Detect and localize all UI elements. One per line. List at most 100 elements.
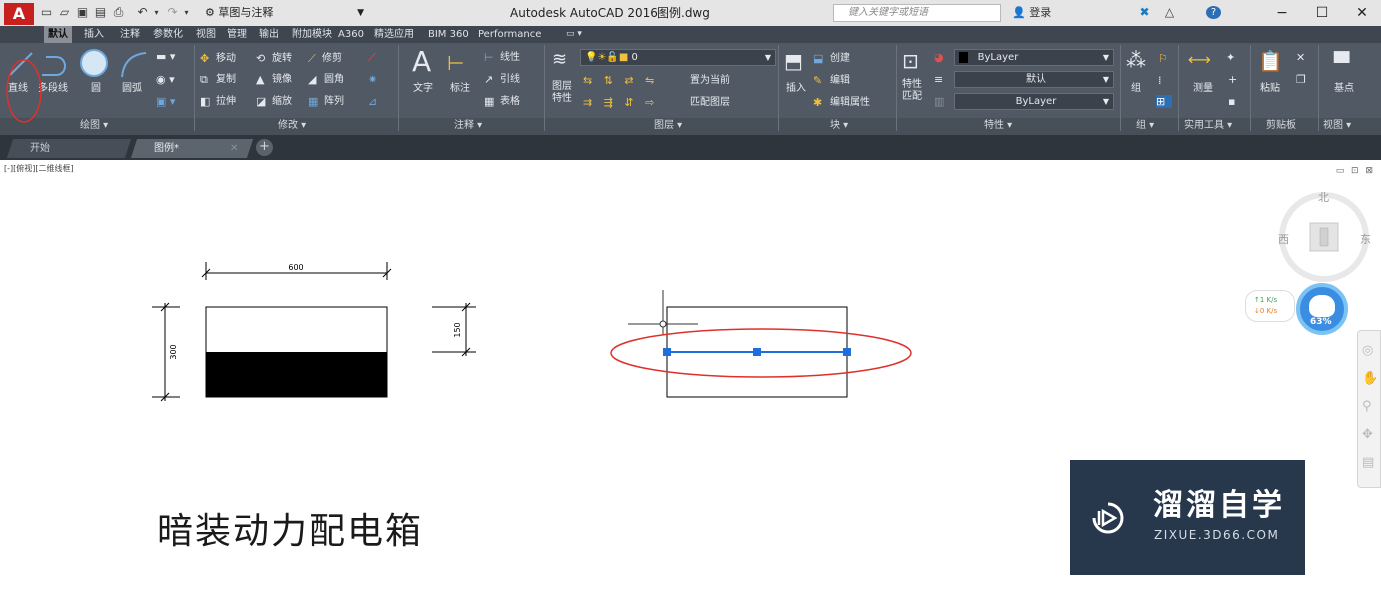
scale-label[interactable]: 缩放 — [272, 96, 292, 108]
edit-attributes-icon[interactable]: ✱ — [813, 96, 822, 109]
ungroup-icon[interactable]: ⚐ — [1158, 52, 1168, 65]
tab-parametric[interactable]: 参数化 — [149, 26, 187, 43]
table-label[interactable]: 表格 — [500, 96, 520, 108]
offset-icon[interactable]: ⊿ — [368, 95, 377, 108]
move-label[interactable]: 移动 — [216, 53, 236, 65]
table-icon[interactable]: ▦ — [484, 95, 494, 108]
layers-panel-title[interactable]: 图层 ▾ — [654, 119, 682, 133]
tab-drawing[interactable]: 图例* ✕ — [130, 139, 254, 158]
cpu-usage-ball[interactable]: 63% — [1296, 283, 1348, 335]
block-panel-title[interactable]: 块 ▾ — [830, 119, 848, 133]
autodesk-360-icon[interactable]: △ — [1163, 6, 1176, 19]
set-current-layer-label[interactable]: 置为当前 — [690, 75, 730, 87]
drawing-caption-text[interactable]: 暗装动力配电箱 — [157, 508, 423, 556]
mirror-label[interactable]: 镜像 — [272, 74, 292, 86]
create-block-icon[interactable]: ⬓ — [813, 52, 823, 65]
steering-wheel-icon[interactable]: ◎ — [1362, 343, 1373, 358]
help-icon[interactable]: ? — [1206, 6, 1221, 19]
array-label[interactable]: 阵列 — [324, 96, 344, 108]
application-menu-button[interactable]: A — [4, 3, 34, 25]
navigation-bar[interactable]: ◎ ✋ ⚲ ✥ ▤ — [1357, 330, 1381, 488]
linear-dim-label[interactable]: 线性 — [500, 52, 520, 64]
scale-icon[interactable]: ◪ — [256, 95, 266, 108]
close-tab-icon[interactable]: ✕ — [230, 139, 238, 158]
copy-label[interactable]: 复制 — [216, 74, 236, 86]
base-view-label[interactable]: 基点 — [1334, 83, 1354, 95]
clipboard-panel-title[interactable]: 剪贴板 — [1266, 119, 1296, 133]
open-file-icon[interactable]: ▱ — [58, 6, 71, 19]
circle-tool-icon[interactable] — [78, 47, 110, 79]
layer-tools-icons[interactable]: ⇆ ⇅ ⇄ ⇋ — [583, 74, 658, 87]
hatch-icon[interactable]: ◉ ▾ — [156, 73, 175, 86]
login-button[interactable]: 👤 登录 — [1012, 5, 1051, 21]
print-icon[interactable]: ⎙ — [112, 6, 125, 19]
leader-label[interactable]: 引线 — [500, 74, 520, 86]
tab-performance[interactable]: Performance — [474, 26, 545, 43]
viewcube-west[interactable]: 西 — [1278, 231, 1289, 247]
new-tab-button[interactable]: + — [256, 139, 273, 156]
match-layer-label[interactable]: 匹配图层 — [690, 97, 730, 109]
minimize-button[interactable]: − — [1262, 0, 1302, 26]
edit-attributes-label[interactable]: 编辑属性 — [830, 97, 870, 109]
showmotion-icon[interactable]: ▤ — [1362, 455, 1374, 470]
stretch-label[interactable]: 拉伸 — [216, 96, 236, 108]
properties-panel-title[interactable]: 特性 ▾ — [984, 119, 1012, 133]
match-properties-label[interactable]: 特性 匹配 — [902, 79, 922, 103]
linear-dim-icon[interactable]: ⊢ — [484, 51, 494, 64]
paste-icon[interactable]: 📋 — [1258, 49, 1283, 73]
pan-icon[interactable]: ✋ — [1362, 371, 1378, 386]
layer-dropdown[interactable]: 💡☀🔓■ 0 ▼ — [580, 49, 776, 66]
rotate-label[interactable]: 旋转 — [272, 53, 292, 65]
layer-more-icons[interactable]: ⇉ ⇶ ⇵ ⇨ — [583, 96, 658, 109]
edit-block-icon[interactable]: ✎ — [813, 74, 822, 87]
layer-properties-icon[interactable]: ≋ — [552, 49, 567, 71]
erase-icon[interactable]: ⟋ — [368, 51, 376, 64]
tab-output[interactable]: 输出 — [255, 26, 283, 43]
array-icon[interactable]: ▦ — [308, 95, 318, 108]
insert-block-icon[interactable]: ⬒ — [784, 49, 803, 73]
maximize-button[interactable]: ☐ — [1302, 0, 1342, 26]
fillet-label[interactable]: 圆角 — [324, 74, 344, 86]
paste-label[interactable]: 粘贴 — [1260, 83, 1280, 95]
viewcube-north[interactable]: 北 — [1318, 189, 1329, 205]
arc-tool-icon[interactable] — [118, 49, 148, 79]
grip-end[interactable] — [843, 348, 851, 356]
workspace-selector[interactable]: ⚙ 草图与注释 ▼ — [205, 4, 370, 22]
calculator-icon[interactable]: ✦ — [1226, 51, 1235, 64]
utility-icon[interactable]: ▪ — [1228, 95, 1235, 108]
polyline-tool-icon[interactable] — [40, 49, 72, 79]
dimension-icon[interactable]: ⊢ — [447, 51, 464, 75]
edit-block-label[interactable]: 编辑 — [830, 75, 850, 87]
measure-label[interactable]: 测量 — [1193, 83, 1213, 95]
tab-annotate[interactable]: 注释 — [116, 26, 144, 43]
exchange-icon[interactable]: ✖ — [1138, 6, 1151, 19]
point-icon[interactable]: + — [1228, 73, 1237, 86]
search-input[interactable]: 键入关键字或短语 — [833, 4, 1001, 22]
copy-clip-icon[interactable]: ❐ — [1296, 73, 1306, 86]
group-select-icon[interactable]: ⊞ — [1156, 95, 1172, 108]
view-panel-title[interactable]: 视图 ▾ — [1323, 119, 1351, 133]
undo-dropdown-icon[interactable]: ▾ — [150, 6, 163, 19]
create-block-label[interactable]: 创建 — [830, 53, 850, 65]
lineweight-dropdown[interactable]: ByLayer ▼ — [954, 93, 1114, 110]
distribution-box-symbol[interactable] — [205, 306, 388, 398]
base-view-icon[interactable]: ▀ — [1334, 51, 1349, 75]
copy-icon[interactable]: ⧉ — [200, 73, 208, 86]
leader-icon[interactable]: ↗ — [484, 73, 493, 86]
groups-panel-title[interactable]: 组 ▾ — [1136, 119, 1154, 133]
undo-icon[interactable]: ↶ — [136, 6, 149, 19]
explode-icon[interactable]: ✷ — [368, 73, 377, 86]
tab-insert[interactable]: 插入 — [80, 26, 108, 43]
trim-icon[interactable]: ⟋ — [308, 52, 316, 65]
save-as-icon[interactable]: ▤ — [94, 6, 107, 19]
tab-start[interactable]: 开始 — [6, 139, 132, 158]
move-icon[interactable]: ✥ — [200, 52, 209, 65]
dimension-label[interactable]: 标注 — [450, 83, 470, 95]
utilities-panel-title[interactable]: 实用工具 ▾ — [1184, 119, 1232, 133]
measure-icon[interactable]: ⟷ — [1188, 52, 1211, 68]
text-label[interactable]: 文字 — [413, 83, 433, 95]
text-icon[interactable]: A — [412, 47, 431, 77]
match-properties-icon[interactable]: ⊡ — [902, 49, 919, 73]
tab-bim360[interactable]: BIM 360 — [424, 26, 473, 43]
group-label[interactable]: 组 — [1131, 83, 1141, 95]
